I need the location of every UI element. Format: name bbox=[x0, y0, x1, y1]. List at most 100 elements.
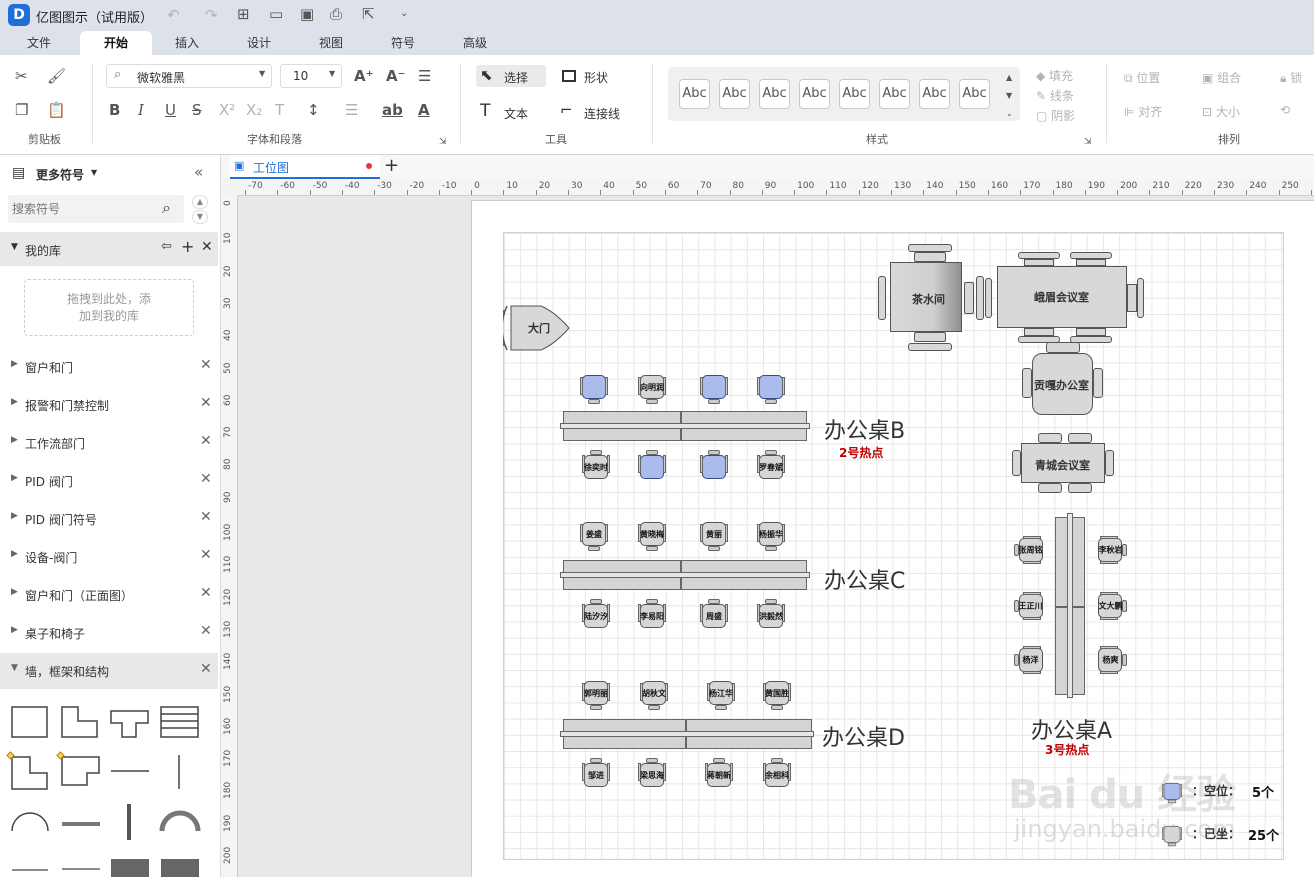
redo-icon[interactable]: ↷ bbox=[205, 6, 218, 24]
font-color-icon[interactable]: A bbox=[418, 101, 430, 119]
category-pid-valves[interactable]: ▶ PID 阀门 ✕ bbox=[0, 463, 221, 499]
chair-occupied[interactable]: 蒋朝新 bbox=[705, 757, 733, 791]
chair-occupied[interactable]: 杨振华 bbox=[757, 518, 785, 552]
import-icon[interactable]: ⇦ bbox=[161, 239, 172, 254]
wall-notch-shape[interactable] bbox=[61, 756, 100, 786]
chair-occupied[interactable]: 文大鹏 bbox=[1094, 592, 1128, 620]
close-icon[interactable]: ✕ bbox=[200, 509, 212, 525]
chair-occupied[interactable]: 黄国胜 bbox=[763, 677, 791, 711]
dialog-launcher-icon[interactable]: ⇲ bbox=[1084, 133, 1092, 151]
text-case-icon[interactable]: T bbox=[275, 101, 284, 119]
chair-occupied[interactable]: 王正川 bbox=[1013, 592, 1047, 620]
text-tool[interactable]: T 文本 bbox=[480, 101, 540, 123]
chair-free[interactable] bbox=[757, 371, 785, 405]
strikethrough-icon[interactable]: S bbox=[192, 101, 202, 119]
cut-icon[interactable]: ✂ bbox=[15, 67, 28, 85]
shrink-font-icon[interactable]: A⁻ bbox=[386, 67, 406, 85]
category-walls-structure[interactable]: ▼ 墙，框架和结构 ✕ bbox=[0, 653, 218, 689]
style-sample[interactable]: Abc bbox=[919, 79, 950, 109]
close-icon[interactable]: ✕ bbox=[200, 395, 212, 411]
my-library-header[interactable]: ▼ 我的库 ⇦ + ✕ bbox=[0, 232, 218, 266]
tab-advanced[interactable]: 高级 bbox=[446, 31, 504, 55]
chair-occupied[interactable]: 向明润 bbox=[638, 371, 666, 405]
chair-occupied[interactable]: 姜盛 bbox=[580, 518, 608, 552]
chair-occupied[interactable]: 陆汐汐 bbox=[582, 598, 610, 632]
search-input[interactable] bbox=[12, 199, 152, 219]
tab-symbol[interactable]: 符号 bbox=[374, 31, 432, 55]
chair-free[interactable] bbox=[580, 371, 608, 405]
chair-occupied[interactable]: 黄晓梅 bbox=[638, 518, 666, 552]
chair-occupied[interactable]: 杨爽 bbox=[1094, 646, 1128, 674]
arc-window-shape[interactable] bbox=[159, 810, 201, 832]
group-button[interactable]: ▣ 组合 bbox=[1202, 69, 1241, 86]
style-sample[interactable]: Abc bbox=[879, 79, 910, 109]
chair-free[interactable] bbox=[638, 449, 666, 483]
rotate-button[interactable]: ⟲ bbox=[1280, 103, 1290, 117]
more-symbols-title[interactable]: 更多符号 bbox=[36, 166, 84, 183]
search-scroll-down-icon[interactable]: ▼ bbox=[192, 210, 208, 224]
more-icon[interactable]: ⌄ bbox=[400, 5, 408, 23]
close-icon[interactable]: ✕ bbox=[200, 357, 212, 373]
new-icon[interactable]: ⊞ bbox=[237, 5, 250, 23]
chair-occupied[interactable]: 余相科 bbox=[763, 757, 791, 791]
close-icon[interactable]: ✕ bbox=[200, 547, 212, 563]
add-tab-icon[interactable]: + bbox=[384, 155, 399, 176]
chair-occupied[interactable]: 周盛 bbox=[700, 598, 728, 632]
connector-tool[interactable]: ⌐ 连接线 bbox=[560, 101, 640, 123]
chair-occupied[interactable]: 郭明丽 bbox=[582, 677, 610, 711]
category-pid-valve-symbols[interactable]: ▶ PID 阀门符号 ✕ bbox=[0, 501, 221, 537]
wall-room-shape[interactable] bbox=[11, 706, 48, 738]
close-icon[interactable]: ✕ bbox=[200, 433, 212, 449]
format-painter-icon[interactable]: 🖌 bbox=[47, 67, 66, 85]
style-sample[interactable]: Abc bbox=[759, 79, 790, 109]
chair-occupied[interactable]: 胡秋文 bbox=[640, 677, 668, 711]
align-icon[interactable]: ☰ bbox=[418, 67, 431, 85]
style-sample[interactable]: Abc bbox=[839, 79, 870, 109]
tab-design[interactable]: 设计 bbox=[230, 31, 288, 55]
close-icon[interactable]: ✕ bbox=[200, 623, 212, 639]
category-alarm-access[interactable]: ▶ 报警和门禁控制 ✕ bbox=[0, 387, 221, 423]
undo-icon[interactable]: ↶ bbox=[167, 6, 180, 24]
italic-icon[interactable]: I bbox=[138, 101, 144, 119]
grow-font-icon[interactable]: A⁺ bbox=[354, 67, 374, 85]
highlight-icon[interactable]: ab bbox=[382, 101, 403, 119]
wall-l-room-shape[interactable] bbox=[61, 706, 98, 738]
tab-insert[interactable]: 插入 bbox=[158, 31, 216, 55]
shape-tool[interactable]: 形状 bbox=[560, 65, 630, 87]
wall-corner-shape[interactable] bbox=[11, 756, 48, 790]
line-button[interactable]: ✎ 线条 bbox=[1036, 87, 1074, 104]
font-family-select[interactable]: ⌕ 微软雅黑 ▼ bbox=[106, 64, 272, 88]
tab-view[interactable]: 视图 bbox=[302, 31, 360, 55]
search-icon[interactable]: ⌕ bbox=[162, 198, 171, 218]
tab-file[interactable]: 文件 bbox=[10, 31, 68, 55]
arc-wall-shape[interactable] bbox=[11, 812, 49, 832]
select-tool[interactable]: ⬉ 选择 bbox=[476, 65, 546, 87]
tab-home[interactable]: 开始 bbox=[80, 31, 152, 55]
size-button[interactable]: ⊡ 大小 bbox=[1202, 103, 1240, 120]
chair-occupied[interactable]: 李易阳 bbox=[638, 598, 666, 632]
chair-occupied[interactable]: 黄丽 bbox=[700, 518, 728, 552]
category-windows-doors-front[interactable]: ▶ 窗户和门（正面图） ✕ bbox=[0, 577, 221, 613]
chair-occupied[interactable]: 邹进 bbox=[582, 757, 610, 791]
chair-free[interactable] bbox=[700, 449, 728, 483]
style-sample[interactable]: Abc bbox=[959, 79, 990, 109]
style-sample[interactable]: Abc bbox=[799, 79, 830, 109]
gallery-scroll-icon[interactable]: ▲ ▼ ⌄ bbox=[1006, 69, 1013, 123]
wall-t-room-shape[interactable] bbox=[110, 710, 149, 738]
close-icon[interactable]: ✕ bbox=[201, 239, 213, 255]
font-size-select[interactable]: 10 ▼ bbox=[280, 64, 342, 88]
save-icon[interactable]: ▣ bbox=[300, 5, 314, 23]
category-equipment-valves[interactable]: ▶ 设备-阀门 ✕ bbox=[0, 539, 221, 575]
chair-occupied[interactable]: 杨洋 bbox=[1013, 646, 1047, 674]
my-library-drop-zone[interactable]: 拖拽到此处，添 加到我的库 bbox=[24, 279, 194, 336]
close-icon[interactable]: ✕ bbox=[200, 585, 212, 601]
shadow-button[interactable]: ▢ 阴影 bbox=[1036, 107, 1075, 124]
fill-button[interactable]: ◆ 填充 bbox=[1036, 67, 1073, 84]
category-windows-doors[interactable]: ▶ 窗户和门 ✕ bbox=[0, 349, 221, 385]
symbol-search-box[interactable]: ⌕ bbox=[8, 195, 184, 223]
category-workflow-dept[interactable]: ▶ 工作流部门 ✕ bbox=[0, 425, 221, 461]
close-icon[interactable]: ✕ bbox=[200, 471, 212, 487]
line-spacing-icon[interactable]: ↕ bbox=[307, 101, 320, 119]
position-button[interactable]: ⧉ 位置 bbox=[1124, 69, 1160, 86]
export-icon[interactable]: ⇱ bbox=[362, 5, 375, 23]
